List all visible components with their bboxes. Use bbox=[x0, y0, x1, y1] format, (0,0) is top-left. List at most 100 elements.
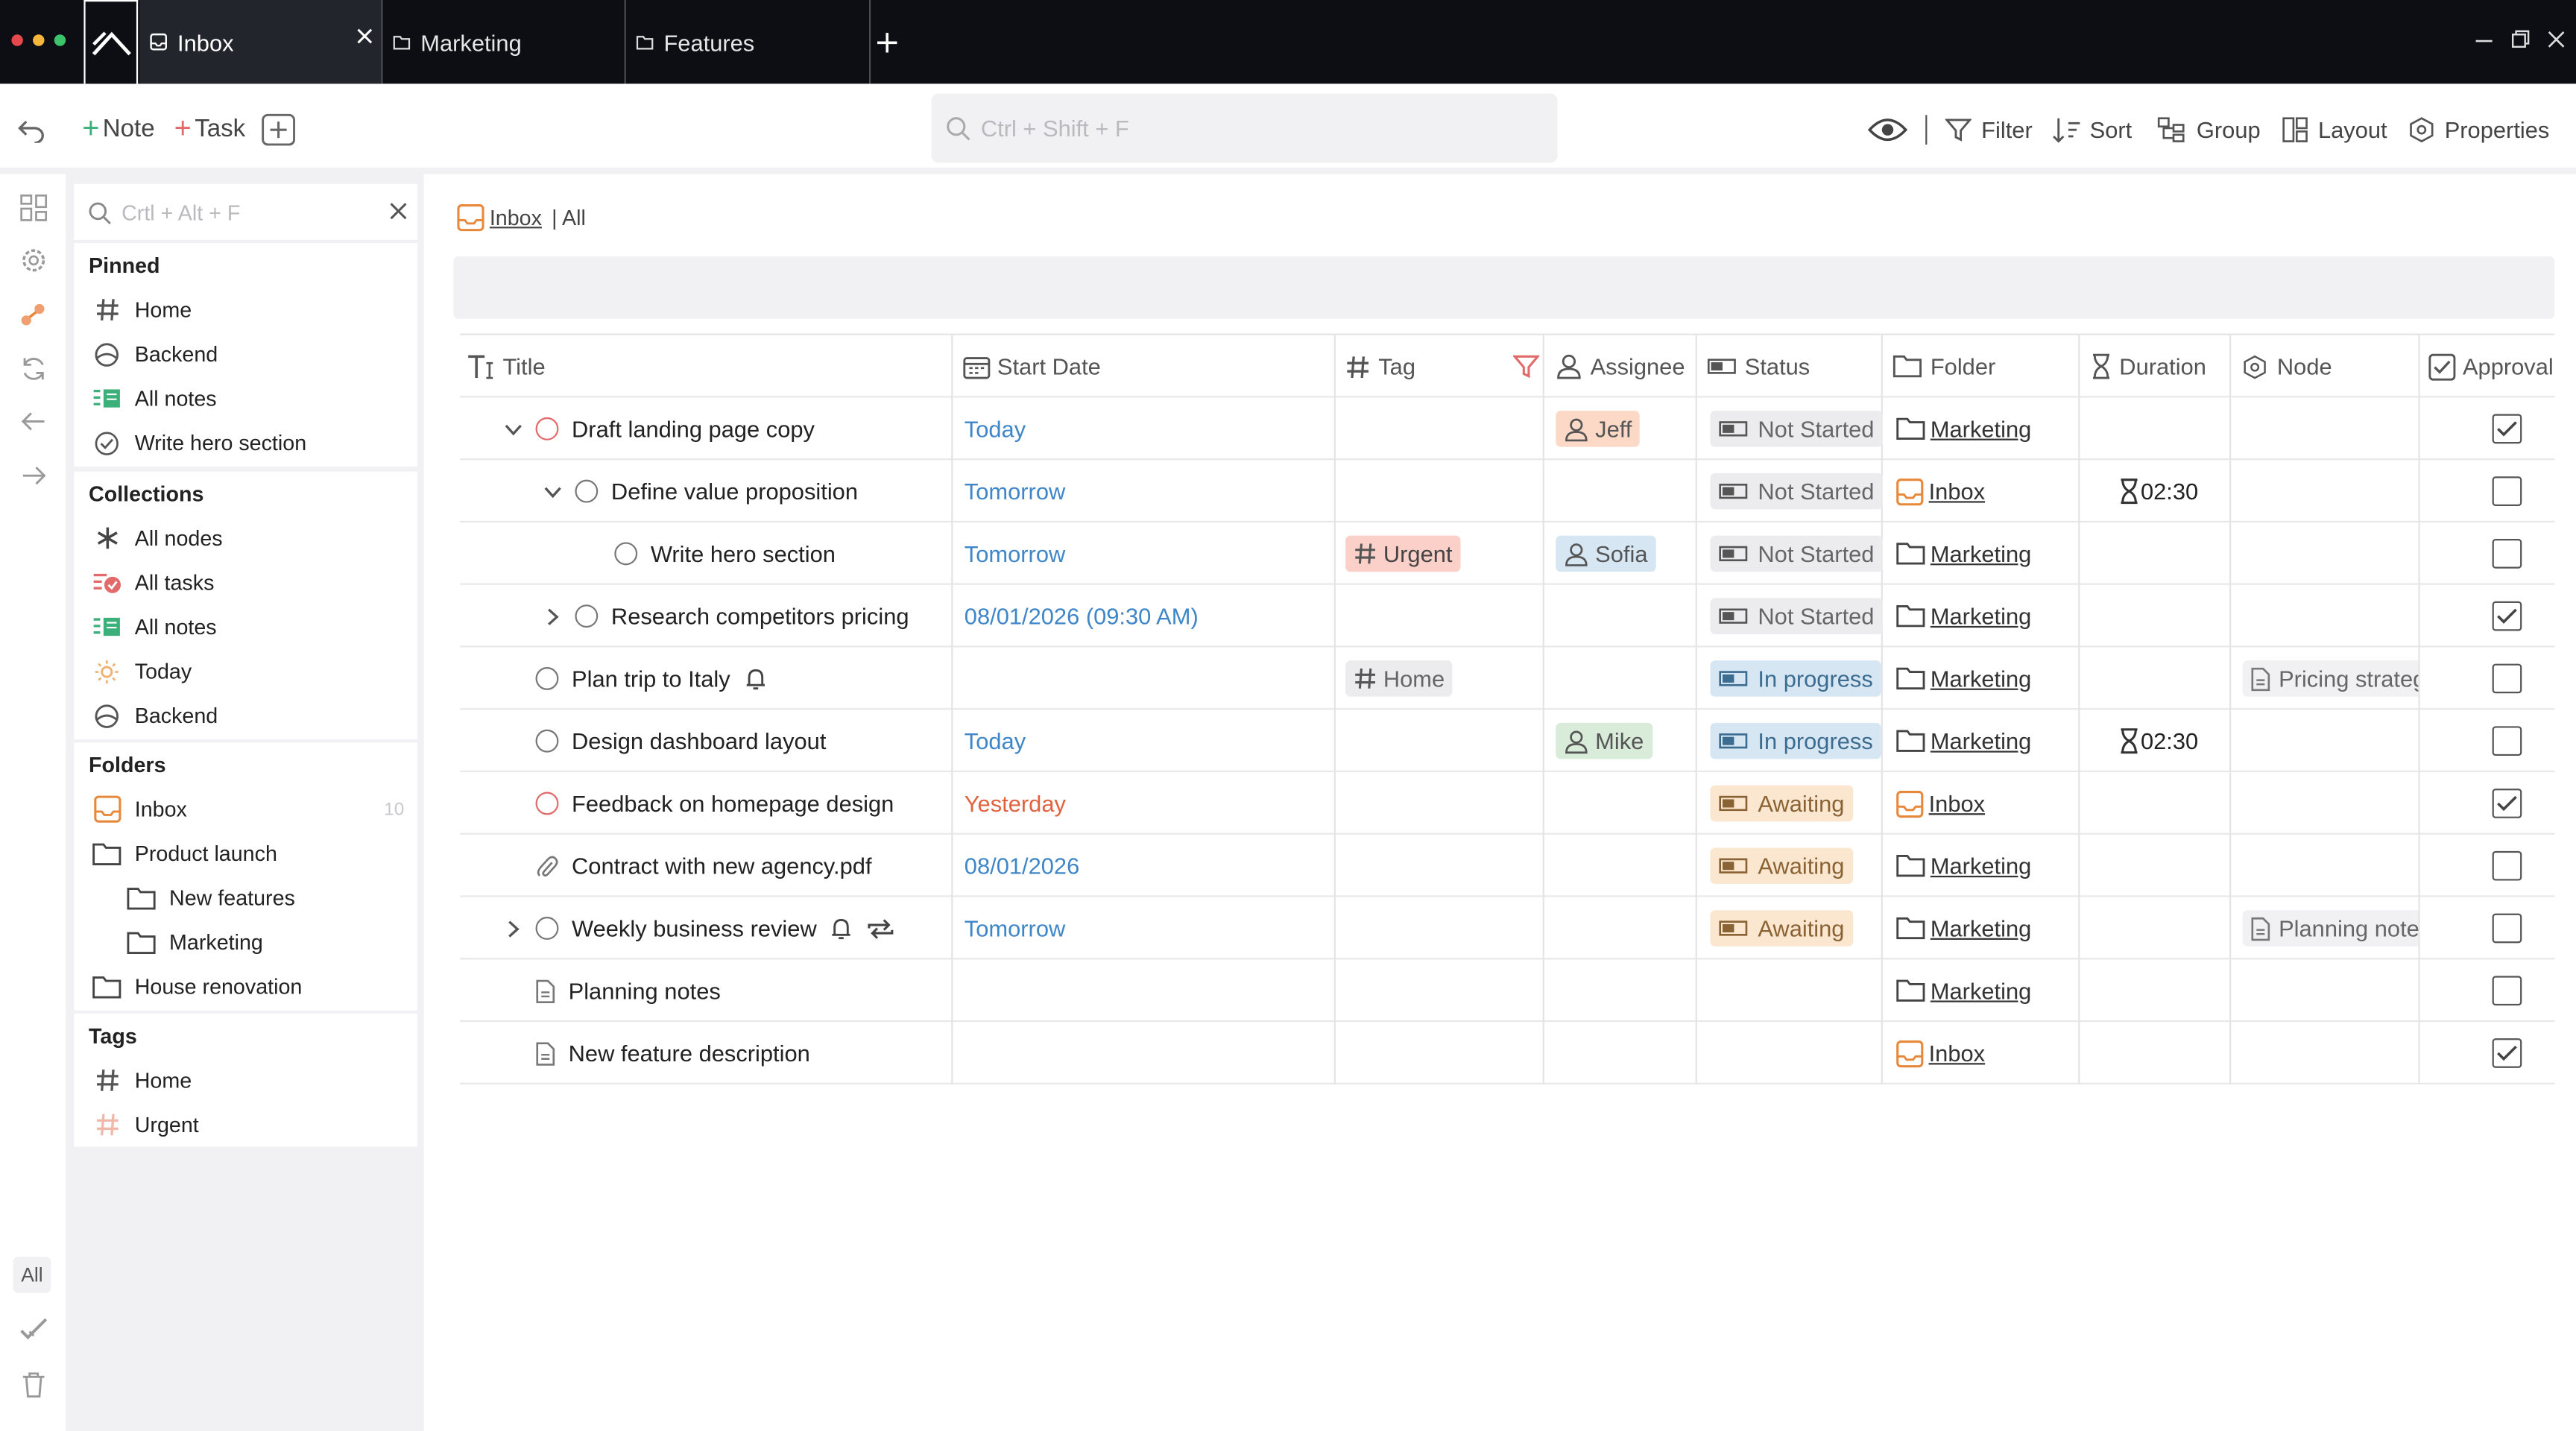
approval-checkbox[interactable] bbox=[2492, 850, 2522, 881]
title-cell[interactable]: Define value proposition bbox=[539, 460, 858, 522]
start-date-cell[interactable]: Tomorrow bbox=[965, 522, 1065, 585]
approval-checkbox-checked[interactable] bbox=[2492, 601, 2522, 631]
status-badge[interactable]: Awaiting bbox=[1710, 785, 1853, 822]
status-badge[interactable]: Not Started bbox=[1710, 473, 1883, 510]
approval-checkbox-checked[interactable] bbox=[2492, 414, 2522, 444]
sidebar-item-inbox[interactable]: Inbox 10 bbox=[74, 787, 417, 832]
quick-add-bar[interactable] bbox=[453, 256, 2555, 319]
assignee-cell[interactable]: Jeff bbox=[1556, 397, 1641, 460]
sidebar-item-backend[interactable]: Backend bbox=[74, 332, 417, 376]
tag-cell[interactable]: Home bbox=[1345, 648, 1453, 710]
minimize-icon[interactable] bbox=[2474, 26, 2493, 56]
task-status-circle[interactable] bbox=[575, 479, 599, 503]
folder-link[interactable]: Inbox bbox=[1929, 478, 1985, 504]
title-cell[interactable]: Research competitors pricing bbox=[539, 585, 909, 648]
close-tab-icon[interactable] bbox=[355, 26, 374, 45]
table-row[interactable]: Contract with new agency.pdf 08/01/2026 Aw… bbox=[460, 834, 2555, 897]
tab-marketing[interactable]: Marketing bbox=[383, 0, 625, 83]
column-header-node[interactable]: Node bbox=[2243, 335, 2332, 398]
start-date-cell[interactable]: Yesterday bbox=[965, 772, 1066, 835]
tag-chip[interactable]: Home bbox=[1345, 660, 1453, 697]
status-badge[interactable]: Not Started bbox=[1710, 535, 1883, 572]
approval-checkbox[interactable] bbox=[2492, 913, 2522, 944]
task-status-circle[interactable] bbox=[535, 917, 559, 940]
expand-chevron-icon[interactable] bbox=[499, 917, 525, 939]
folder-link[interactable]: Inbox bbox=[1929, 790, 1985, 816]
sidebar-item-tag-home[interactable]: Home bbox=[74, 1058, 417, 1103]
folder-link[interactable]: Marketing bbox=[1931, 603, 2031, 629]
status-badge[interactable]: Not Started bbox=[1710, 411, 1883, 447]
approval-checkbox[interactable] bbox=[2492, 663, 2522, 694]
start-date-cell[interactable]: Today bbox=[965, 710, 1026, 772]
table-row[interactable]: New feature description Inbox bbox=[460, 1022, 2555, 1084]
status-cell[interactable]: Awaiting bbox=[1710, 897, 1853, 960]
sidebar-item-home[interactable]: Home bbox=[74, 288, 417, 332]
title-cell[interactable]: Design dashboard layout bbox=[499, 710, 826, 772]
breadcrumb-folder-link[interactable]: Inbox bbox=[490, 206, 542, 230]
approval-checkbox[interactable] bbox=[2492, 976, 2522, 1006]
column-header-tag[interactable]: Tag bbox=[1345, 335, 1415, 398]
title-cell[interactable]: Weekly business review bbox=[499, 897, 895, 960]
title-cell[interactable]: Draft landing page copy bbox=[499, 397, 815, 460]
restore-icon[interactable] bbox=[2510, 26, 2530, 56]
folder-link[interactable]: Marketing bbox=[1931, 540, 2031, 566]
task-status-circle[interactable] bbox=[575, 604, 599, 628]
folder-link[interactable]: Marketing bbox=[1931, 915, 2031, 941]
table-row[interactable]: Feedback on homepage design Yesterday Awai… bbox=[460, 772, 2555, 835]
status-cell[interactable]: Awaiting bbox=[1710, 835, 1853, 897]
filter-all-button[interactable]: All bbox=[13, 1257, 51, 1293]
task-status-circle[interactable] bbox=[535, 666, 559, 690]
tab-features[interactable]: Features bbox=[626, 0, 869, 83]
tag-cell[interactable]: Urgent bbox=[1345, 522, 1461, 585]
collapse-chevron-icon[interactable] bbox=[539, 481, 565, 502]
status-badge[interactable]: Not Started bbox=[1710, 598, 1883, 634]
sidebar-item-write-hero[interactable]: Write hero section bbox=[74, 420, 417, 465]
collapse-chevron-icon[interactable] bbox=[499, 418, 525, 440]
undo-button[interactable] bbox=[16, 83, 46, 174]
title-cell[interactable]: New feature description bbox=[499, 1022, 810, 1084]
start-date-cell[interactable]: Tomorrow bbox=[965, 897, 1065, 960]
column-header-title[interactable]: Title bbox=[467, 335, 546, 398]
clear-search-icon[interactable] bbox=[389, 202, 407, 220]
task-status-circle[interactable] bbox=[535, 792, 559, 815]
status-cell[interactable]: Not Started bbox=[1710, 522, 1883, 585]
sidebar-item-all-notes-collection[interactable]: All notes bbox=[74, 604, 417, 649]
task-status-circle[interactable] bbox=[614, 542, 638, 566]
column-header-approval[interactable]: Approval bbox=[2428, 335, 2554, 398]
sidebar-item-backend-collection[interactable]: Backend bbox=[74, 693, 417, 738]
filter-button[interactable]: Filter bbox=[1945, 83, 2033, 174]
task-status-circle[interactable] bbox=[535, 729, 559, 753]
start-date-cell[interactable]: 08/01/2026 bbox=[965, 835, 1079, 897]
node-chip[interactable]: Planning notes bbox=[2242, 910, 2419, 947]
sidebar-item-house-renovation[interactable]: House renovation bbox=[74, 964, 417, 1009]
folder-link[interactable]: Marketing bbox=[1931, 728, 2031, 754]
sidebar-item-marketing[interactable]: Marketing bbox=[74, 920, 417, 964]
column-header-assignee[interactable]: Assignee bbox=[1556, 335, 1685, 398]
visibility-toggle[interactable] bbox=[1868, 83, 1907, 174]
column-header-start-date[interactable]: Start Date bbox=[963, 335, 1101, 398]
title-cell[interactable]: Contract with new agency.pdf bbox=[499, 835, 872, 897]
status-cell[interactable]: Awaiting bbox=[1710, 772, 1853, 835]
folder-cell[interactable]: Marketing bbox=[1896, 835, 2031, 897]
app-logo-icon[interactable] bbox=[83, 0, 139, 84]
folder-cell[interactable]: Inbox bbox=[1896, 772, 1985, 835]
task-status-circle[interactable] bbox=[535, 417, 559, 440]
folder-cell[interactable]: Marketing bbox=[1896, 397, 2031, 460]
folder-cell[interactable]: Marketing bbox=[1896, 710, 2031, 772]
layout-button[interactable]: Layout bbox=[2282, 83, 2387, 174]
folder-cell[interactable]: Marketing bbox=[1896, 897, 2031, 960]
sidebar-item-new-features[interactable]: New features bbox=[74, 876, 417, 920]
status-cell[interactable]: In progress bbox=[1710, 648, 1881, 710]
table-row[interactable]: Research competitors pricing 08/01/2026 (… bbox=[460, 584, 2555, 648]
status-badge[interactable]: Awaiting bbox=[1710, 847, 1853, 884]
column-header-duration[interactable]: Duration bbox=[2092, 335, 2206, 398]
node-cell[interactable]: Planning notes bbox=[2242, 897, 2419, 960]
node-cell[interactable]: Pricing strateg bbox=[2242, 648, 2419, 710]
close-window-icon[interactable] bbox=[2546, 26, 2566, 56]
status-badge[interactable]: In progress bbox=[1710, 660, 1881, 697]
folder-link[interactable]: Marketing bbox=[1931, 853, 2031, 879]
expand-chevron-icon[interactable] bbox=[539, 605, 565, 627]
dashboard-icon[interactable] bbox=[16, 191, 49, 224]
group-button[interactable]: Group bbox=[2157, 83, 2261, 174]
table-row[interactable]: Design dashboard layout Today Mike In progr… bbox=[460, 710, 2555, 773]
